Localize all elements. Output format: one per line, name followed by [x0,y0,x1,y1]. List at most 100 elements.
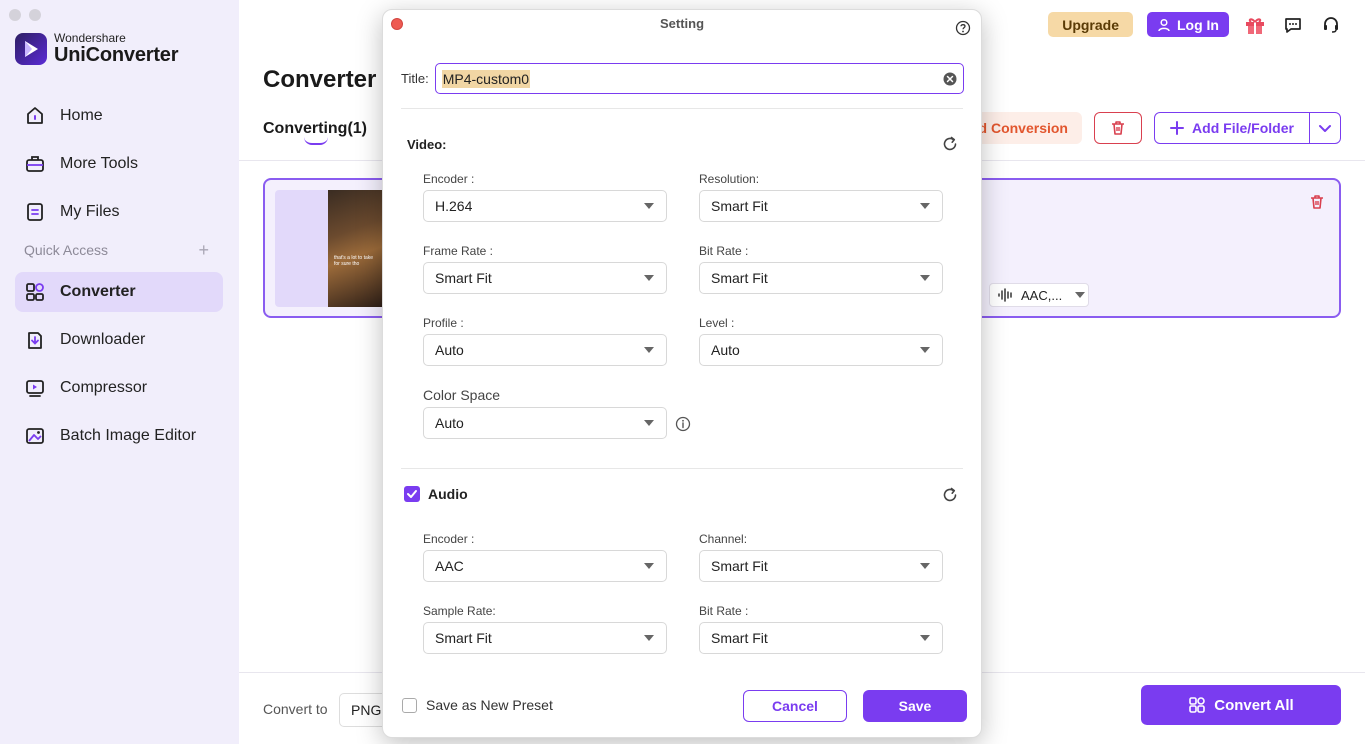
tab-converting[interactable]: Converting(1) [263,120,367,138]
save-button[interactable]: Save [863,690,967,722]
headset-icon[interactable] [1319,13,1343,37]
video-encoder-label: Encoder : [423,172,475,186]
login-label: Log In [1177,16,1219,33]
reset-audio-icon[interactable] [941,486,959,509]
caret-down-icon [1075,292,1086,298]
download-icon [28,332,42,349]
level-label: Level : [699,316,735,330]
select-value: Smart Fit [435,630,492,646]
header-actions: Upgrade Log In [1048,12,1343,37]
sidebar-item-downloader[interactable]: Downloader [15,320,223,360]
add-file-folder-button[interactable]: Add File/Folder [1154,112,1341,144]
add-file-dropdown-button[interactable] [1310,121,1340,135]
sidebar: Wondershare UniConverter Home More Tools… [0,0,239,744]
color-space-select[interactable]: Auto [423,407,667,439]
brand: Wondershare UniConverter [15,32,178,66]
sidebar-item-more-tools[interactable]: More Tools [15,144,223,184]
audio-bit-rate-label: Bit Rate : [699,604,749,618]
profile-label: Profile : [423,316,464,330]
title-input[interactable]: MP4-custom0 [434,63,964,94]
title-label: Title: [401,71,429,86]
sidebar-item-my-files[interactable]: My Files [15,192,223,232]
video-encoder-select[interactable]: H.264 [423,190,667,222]
video-thumbnail[interactable] [328,190,388,307]
caret-down-icon [644,275,654,281]
caret-down-icon [644,347,654,353]
cancel-button[interactable]: Cancel [743,690,847,722]
window-minimize-dot[interactable] [29,9,41,21]
caret-down-icon [920,203,930,209]
gift-icon[interactable] [1243,13,1267,37]
audio-format-dropdown[interactable]: AAC,... [989,283,1089,307]
level-select[interactable]: Auto [699,334,943,366]
sidebar-item-home[interactable]: Home [15,96,223,136]
uniconverter-logo-icon [15,33,47,65]
caret-down-icon [644,635,654,641]
dialog-title: Setting [659,16,705,31]
color-space-label: Color Space [423,387,501,403]
title-row: Title: MP4-custom0 [401,63,964,94]
channel-select[interactable]: Smart Fit [699,550,943,582]
audio-heading: Audio [428,486,468,502]
select-value: Auto [435,342,464,358]
audio-bit-rate-select[interactable]: Smart Fit [699,622,943,654]
save-preset-row[interactable]: Save as New Preset [402,697,553,713]
reset-video-icon[interactable] [941,135,959,158]
select-value: AAC [435,558,464,574]
select-value: H.264 [435,198,473,214]
settings-dialog: Setting Title: MP4-custom0 Video: Encode… [382,9,982,738]
clear-icon[interactable] [943,72,957,86]
save-preset-checkbox[interactable] [402,697,417,713]
select-value: Smart Fit [711,270,768,286]
sidebar-nav: Home More Tools My Files Quick Access + … [15,96,223,464]
window-controls [9,9,41,21]
delete-file-icon[interactable] [1309,194,1325,215]
quick-access-header: Quick Access + [15,236,223,264]
brand-big: UniConverter [54,44,179,66]
tab-underline [304,137,328,145]
compress-icon [26,380,44,397]
finished-conversion-button[interactable]: d Conversion [970,112,1082,144]
convert-all-label: Convert All [1214,696,1294,714]
sidebar-item-compressor[interactable]: Compressor [15,368,223,408]
audio-encoder-label: Encoder : [423,532,475,546]
audio-encoder-select[interactable]: AAC [423,550,667,582]
trash-icon [1112,121,1124,135]
divider [401,468,963,469]
page-title: Converter [263,66,377,93]
sidebar-item-batch-image-editor[interactable]: Batch Image Editor [15,416,223,456]
brand-small: Wondershare [54,31,126,45]
profile-select[interactable]: Auto [423,334,667,366]
login-button[interactable]: Log In [1147,12,1229,37]
convert-to-label: Convert to [263,701,328,717]
video-heading: Video: [407,137,447,152]
checkmark-icon [407,490,417,498]
audio-format-label: AAC,... [1021,287,1063,303]
add-quick-access-icon[interactable]: + [198,240,209,261]
chat-icon[interactable] [1281,13,1305,37]
convert-all-button[interactable]: Convert All [1141,685,1341,725]
plus-icon [1170,121,1185,135]
frame-rate-select[interactable]: Smart Fit [423,262,667,294]
delete-all-button[interactable] [1094,112,1142,144]
toolbox-icon [26,156,44,172]
audio-checkbox[interactable] [404,486,420,502]
window-close-dot[interactable] [9,9,21,21]
upgrade-button[interactable]: Upgrade [1048,12,1133,37]
convert-icon [1189,697,1206,713]
info-icon[interactable] [675,416,691,437]
select-value: Smart Fit [711,198,768,214]
video-bit-rate-select[interactable]: Smart Fit [699,262,943,294]
select-value: Smart Fit [435,270,492,286]
title-value: MP4-custom0 [441,69,531,88]
home-icon [27,107,43,124]
channel-label: Channel: [699,532,748,546]
sidebar-item-label: Downloader [60,331,146,348]
sample-rate-select[interactable]: Smart Fit [423,622,667,654]
help-icon[interactable] [955,20,971,41]
sidebar-item-label: Converter [60,283,136,300]
file-icon [27,203,43,221]
resolution-select[interactable]: Smart Fit [699,190,943,222]
sidebar-item-converter[interactable]: Converter [15,272,223,312]
select-value: Auto [435,415,464,431]
